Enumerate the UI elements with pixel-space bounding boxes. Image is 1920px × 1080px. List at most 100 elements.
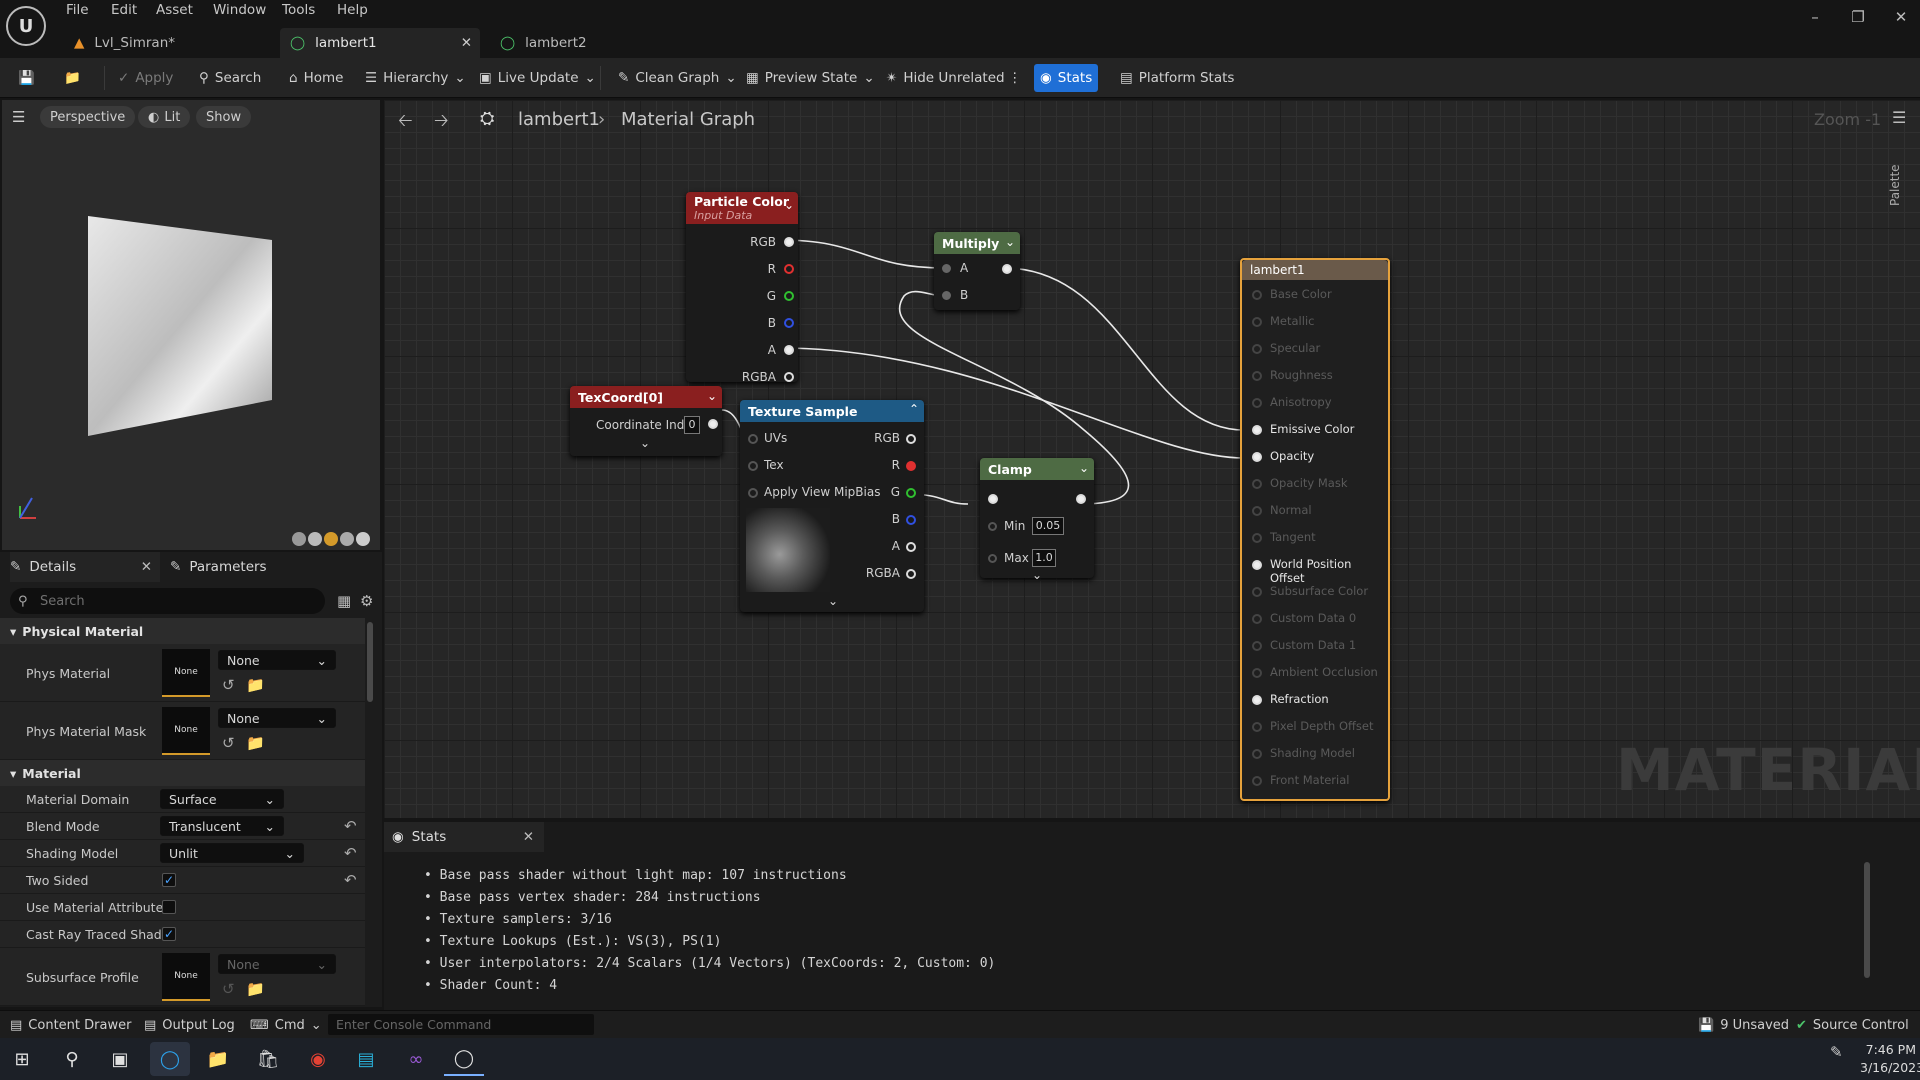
- scrollbar[interactable]: [367, 622, 373, 702]
- preview-viewport[interactable]: ☰ Perspective ◐ Lit Show: [2, 100, 380, 550]
- table-view-icon[interactable]: ▦: [337, 592, 351, 610]
- result-input-emissive-color[interactable]: Emissive Color: [1242, 419, 1388, 441]
- input-pin[interactable]: [1252, 290, 1262, 300]
- output-pin-rgb[interactable]: [906, 434, 916, 444]
- input-pin[interactable]: [1252, 452, 1262, 462]
- node-texcoord[interactable]: TexCoord[0] ⌄ Coordinate Index 0 ⌄: [570, 386, 722, 456]
- result-input-opacity-mask[interactable]: Opacity Mask: [1242, 473, 1388, 495]
- console-command-input[interactable]: Enter Console Command: [328, 1014, 594, 1035]
- preview-state-button[interactable]: ▦ Preview State ⌄: [740, 64, 881, 92]
- use-selected-icon[interactable]: ↺: [222, 980, 235, 998]
- search-button[interactable]: ⚲ Search: [193, 64, 267, 92]
- node-texture-sample[interactable]: Texture Sample ⌃ UVs Tex Apply View MipB…: [740, 400, 924, 612]
- reset-to-default-icon[interactable]: ↶: [344, 817, 357, 835]
- visual-studio-icon[interactable]: ∞: [396, 1042, 436, 1076]
- output-pin-r[interactable]: [906, 461, 916, 471]
- input-pin[interactable]: [1252, 479, 1262, 489]
- input-pin-tex[interactable]: [748, 461, 758, 471]
- asset-dropdown[interactable]: None ⌄: [218, 650, 336, 670]
- gear-icon[interactable]: ⚙: [360, 592, 373, 610]
- menu-asset[interactable]: Asset: [156, 2, 193, 22]
- menu-window[interactable]: Window: [213, 2, 266, 22]
- output-pin-b[interactable]: [906, 515, 916, 525]
- input-pin[interactable]: [1252, 641, 1262, 651]
- minimize-icon[interactable]: –: [1792, 0, 1838, 34]
- live-update-button[interactable]: ▣ Live Update ⌄: [473, 64, 602, 92]
- result-input-front-material[interactable]: Front Material: [1242, 770, 1388, 792]
- close-tab-icon[interactable]: ✕: [461, 35, 472, 51]
- expand-icon[interactable]: ⌄: [1032, 568, 1042, 582]
- material-graph-canvas[interactable]: 🡠 🡢 ⛭ lambert1 › Material Graph Zoom -1 …: [384, 100, 1920, 818]
- cylinder-icon[interactable]: [292, 532, 306, 546]
- home-button[interactable]: ⌂ Home: [283, 64, 349, 92]
- input-pin[interactable]: [988, 494, 998, 504]
- collapse-icon[interactable]: ⌄: [784, 198, 794, 212]
- output-pin-rgba[interactable]: [906, 569, 916, 579]
- browse-icon[interactable]: 📁: [58, 64, 87, 92]
- two-sided-checkbox[interactable]: ✓: [162, 873, 176, 887]
- output-pin[interactable]: [1002, 264, 1012, 274]
- browse-asset-icon[interactable]: 📁: [246, 676, 265, 694]
- scrollbar[interactable]: [1864, 862, 1870, 978]
- use-selected-icon[interactable]: ↺: [222, 734, 235, 752]
- details-search-input[interactable]: ⚲ Search: [10, 588, 325, 614]
- result-input-anisotropy[interactable]: Anisotropy: [1242, 392, 1388, 414]
- apply-button[interactable]: ✓ Apply: [112, 64, 179, 92]
- result-input-specular[interactable]: Specular: [1242, 338, 1388, 360]
- input-pin[interactable]: [1252, 317, 1262, 327]
- max-value-input[interactable]: 1.0: [1032, 549, 1056, 567]
- result-input-custom-data-1[interactable]: Custom Data 1: [1242, 635, 1388, 657]
- stats-button[interactable]: ◉ Stats: [1034, 64, 1099, 92]
- section-physical-material[interactable]: ▾ Physical Material: [0, 618, 365, 644]
- node-particle-color[interactable]: Particle Color Input Data ⌄ RGB R G B A …: [686, 192, 798, 384]
- teapot-icon[interactable]: [356, 532, 370, 546]
- chrome-icon[interactable]: ◉: [298, 1042, 338, 1076]
- expand-icon[interactable]: ⌄: [828, 594, 838, 608]
- collapse-icon[interactable]: ⌃: [909, 402, 919, 416]
- unreal-engine-taskbar-icon[interactable]: ◯: [444, 1042, 484, 1076]
- result-input-pixel-depth-offset[interactable]: Pixel Depth Offset: [1242, 716, 1388, 738]
- input-pin[interactable]: [1252, 776, 1262, 786]
- unreal-logo-icon[interactable]: U: [6, 6, 46, 46]
- reset-to-default-icon[interactable]: ↶: [344, 871, 357, 889]
- input-pin[interactable]: [1252, 668, 1262, 678]
- pen-icon[interactable]: ✎: [1830, 1043, 1843, 1061]
- hide-unrelated-button[interactable]: ✴ Hide Unrelated: [880, 64, 1011, 92]
- asset-dropdown[interactable]: None ⌄: [218, 708, 336, 728]
- output-pin[interactable]: [1076, 494, 1086, 504]
- input-pin[interactable]: [1252, 614, 1262, 624]
- close-tab-icon[interactable]: ✕: [523, 829, 534, 845]
- input-pin[interactable]: [1252, 398, 1262, 408]
- output-log-button[interactable]: ▤ Output Log: [144, 1015, 235, 1035]
- more-options-icon[interactable]: ⋮: [1002, 64, 1028, 92]
- output-pin-a[interactable]: [906, 542, 916, 552]
- result-input-shading-model[interactable]: Shading Model: [1242, 743, 1388, 765]
- clean-graph-button[interactable]: ✎ Clean Graph ⌄: [612, 64, 743, 92]
- result-input-tangent[interactable]: Tangent: [1242, 527, 1388, 549]
- clock[interactable]: 7:46 PM 3/16/2023: [1860, 1042, 1920, 1075]
- close-tab-icon[interactable]: ✕: [141, 559, 152, 575]
- coordinate-index-input[interactable]: 0: [684, 416, 700, 434]
- reset-to-default-icon[interactable]: ↶: [344, 844, 357, 862]
- result-input-subsurface-color[interactable]: Subsurface Color: [1242, 581, 1388, 603]
- plane-icon[interactable]: [324, 532, 338, 546]
- search-icon[interactable]: ⚲: [52, 1042, 92, 1076]
- windows-start-icon[interactable]: ⊞: [2, 1042, 42, 1076]
- result-input-refraction[interactable]: Refraction: [1242, 689, 1388, 711]
- menu-help[interactable]: Help: [337, 2, 368, 22]
- input-pin-b[interactable]: [942, 291, 951, 300]
- input-pin-apply-view-mipbias[interactable]: [748, 488, 758, 498]
- input-pin[interactable]: [1252, 425, 1262, 435]
- result-input-world-position-offset[interactable]: World Position Offset: [1242, 554, 1388, 585]
- texture-preview-thumbnail[interactable]: [746, 508, 830, 592]
- asset-thumbnail[interactable]: None: [162, 649, 210, 697]
- file-explorer-icon[interactable]: 📁: [198, 1042, 238, 1076]
- cube-icon[interactable]: [340, 532, 354, 546]
- output-pin-b[interactable]: [784, 318, 794, 328]
- save-icon[interactable]: 💾: [12, 64, 41, 92]
- input-pin[interactable]: [1252, 722, 1262, 732]
- input-pin-min[interactable]: [988, 522, 997, 531]
- viewport-menu-icon[interactable]: ☰: [12, 108, 25, 126]
- result-input-metallic[interactable]: Metallic: [1242, 311, 1388, 333]
- menu-file[interactable]: File: [66, 2, 89, 22]
